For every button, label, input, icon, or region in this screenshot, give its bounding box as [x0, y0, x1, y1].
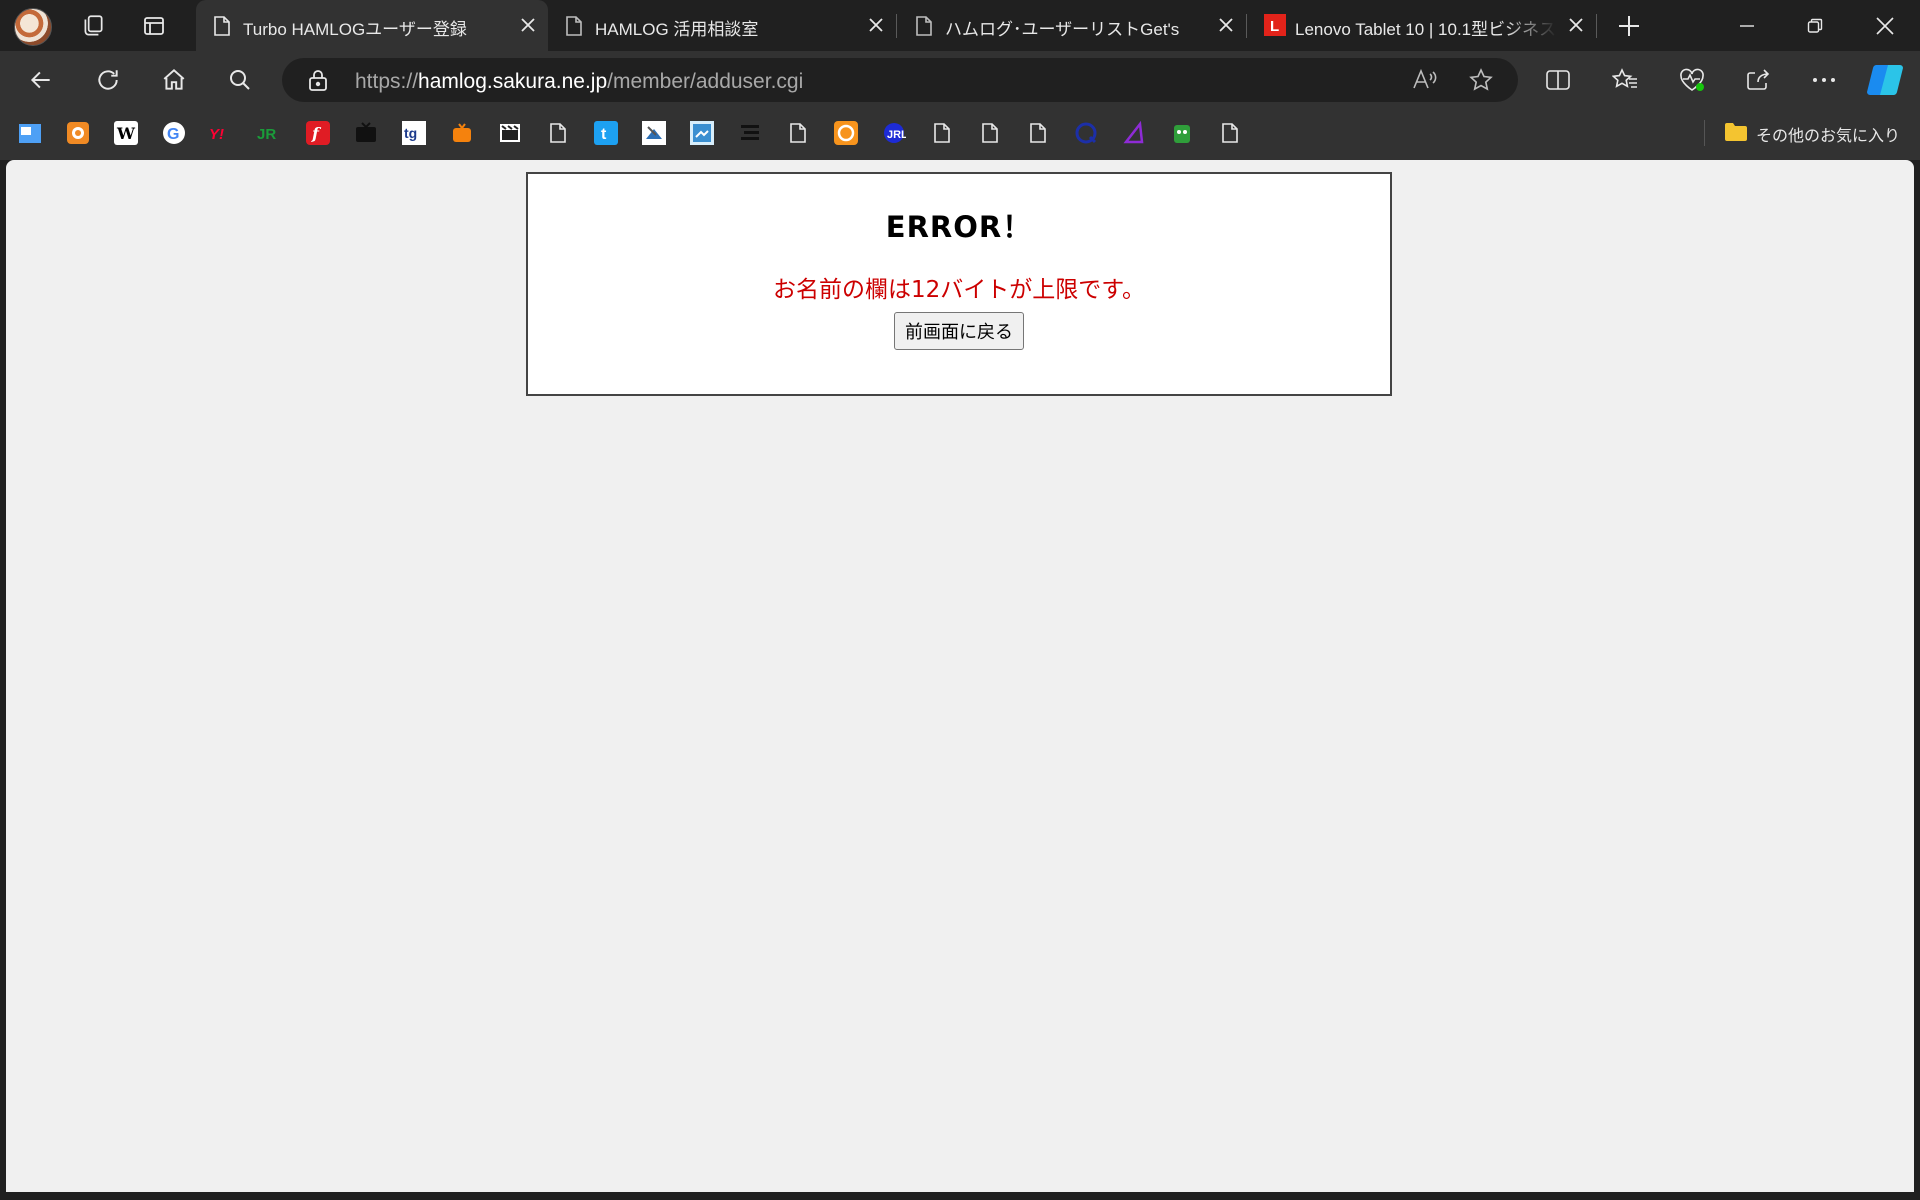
tab-title: Turbo HAMLOGユーザー登録: [243, 20, 467, 39]
minimize-button[interactable]: [1714, 0, 1780, 51]
tab-strip: Turbo HAMLOGユーザー登録 HAMLOG 活用相談室 ハムログ･ユーザ…: [0, 0, 1920, 51]
tab-title: ハムログ･ユーザーリストGet's: [945, 20, 1180, 39]
svg-text:L: L: [1270, 18, 1279, 35]
bookmark-twitter-icon[interactable]: t: [592, 119, 620, 147]
favorite-star-icon[interactable]: [1468, 68, 1494, 97]
back-button[interactable]: [22, 61, 60, 99]
tv-icon[interactable]: [352, 119, 380, 147]
page-icon[interactable]: [784, 119, 812, 147]
refresh-button[interactable]: [89, 61, 127, 99]
workspaces-icon[interactable]: [76, 9, 110, 43]
search-icon[interactable]: [221, 61, 259, 99]
home-button[interactable]: [155, 61, 193, 99]
tab-hamlog-soudan[interactable]: HAMLOG 活用相談室: [548, 0, 896, 51]
bookmark-green-robot-icon[interactable]: [1168, 119, 1196, 147]
clapperboard-icon[interactable]: [496, 119, 524, 147]
browser-toolbar: https://hamlog.sakura.ne.jp/member/addus…: [0, 51, 1920, 108]
tab-hamlog-userlist[interactable]: ハムログ･ユーザーリストGet's: [898, 0, 1246, 51]
google-icon[interactable]: G: [160, 119, 188, 147]
more-options-icon[interactable]: [1805, 61, 1843, 99]
page-icon[interactable]: [544, 119, 572, 147]
jr-icon[interactable]: JR: [256, 119, 284, 147]
close-icon[interactable]: [516, 13, 540, 37]
svg-text:t: t: [601, 126, 607, 143]
lenovo-icon: L: [1264, 14, 1286, 36]
tab-title: HAMLOG 活用相談室: [595, 20, 759, 39]
page-icon: [212, 15, 232, 37]
profile-avatar[interactable]: [14, 8, 52, 46]
page-icon: [914, 15, 934, 37]
close-icon[interactable]: [864, 13, 888, 37]
close-icon[interactable]: [1564, 13, 1588, 37]
share-icon[interactable]: [1739, 61, 1777, 99]
bookmark-image-icon[interactable]: [640, 119, 668, 147]
svg-text:Y!: Y!: [209, 126, 224, 143]
bookmark-orange-circle-icon[interactable]: [832, 119, 860, 147]
page-icon: [564, 15, 584, 37]
favorites-icon[interactable]: [1606, 61, 1644, 99]
read-aloud-icon[interactable]: [1412, 68, 1438, 97]
page-icon[interactable]: [976, 119, 1004, 147]
svg-text:W: W: [116, 124, 136, 143]
tab-lenovo-tablet[interactable]: L Lenovo Tablet 10 | 10.1型ビジネス: [1248, 0, 1596, 51]
copilot-icon[interactable]: [1866, 61, 1904, 99]
tab-separator: [1246, 14, 1247, 38]
close-window-button[interactable]: [1852, 0, 1918, 51]
page-icon[interactable]: [1216, 119, 1244, 147]
bookmark-blue-logo-icon[interactable]: JRL: [880, 119, 908, 147]
url-text[interactable]: https://hamlog.sakura.ne.jp/member/addus…: [355, 70, 803, 94]
tab-separator: [1596, 14, 1597, 38]
bookmark-purple-triangle-icon[interactable]: [1120, 119, 1148, 147]
page-icon[interactable]: [928, 119, 956, 147]
error-title: ERROR！: [885, 210, 1033, 244]
other-favorites-folder[interactable]: その他のお気に入り: [1724, 118, 1900, 150]
other-favorites-label: その他のお気に入り: [1756, 128, 1901, 145]
tab-title: Lenovo Tablet 10 | 10.1型ビジネス: [1295, 20, 1557, 39]
page-content: ERROR！ お名前の欄は12バイトが上限です。 前画面に戻る: [6, 160, 1914, 1192]
bookmark-map-icon[interactable]: [688, 119, 716, 147]
lock-icon[interactable]: [308, 69, 328, 96]
bookmark-orange-tv-icon[interactable]: [448, 119, 476, 147]
error-box: ERROR！ お名前の欄は12バイトが上限です。 前画面に戻る: [526, 172, 1392, 396]
split-screen-icon[interactable]: [1539, 61, 1577, 99]
bookmark-red-f-icon[interactable]: f: [304, 119, 332, 147]
bookmark-q-icon[interactable]: [1072, 119, 1100, 147]
favorites-separator: [1704, 120, 1705, 146]
page-icon[interactable]: [1024, 119, 1052, 147]
error-message: お名前の欄は12バイトが上限です。: [773, 277, 1145, 303]
wikipedia-icon[interactable]: W: [112, 119, 140, 147]
address-bar[interactable]: https://hamlog.sakura.ne.jp/member/addus…: [282, 58, 1518, 102]
tab-actions-icon[interactable]: [137, 9, 171, 43]
favorites-bar: W G Y! JR f tg t JRL その他のお気に入り: [0, 108, 1920, 160]
yahoo-icon[interactable]: Y!: [208, 119, 236, 147]
svg-text:JR: JR: [257, 126, 276, 143]
tg-icon[interactable]: tg: [400, 119, 428, 147]
svg-text:G: G: [167, 126, 179, 143]
svg-text:tg: tg: [404, 125, 417, 141]
close-icon[interactable]: [1214, 13, 1238, 37]
browser-essentials-icon[interactable]: [1673, 61, 1711, 99]
svg-text:JRL: JRL: [887, 129, 906, 141]
bookmark-blue-icon[interactable]: [16, 119, 44, 147]
back-to-previous-button[interactable]: 前画面に戻る: [894, 312, 1024, 350]
restore-button[interactable]: [1782, 0, 1848, 51]
new-tab-button[interactable]: [1612, 9, 1646, 43]
bookmark-stripes-icon[interactable]: [736, 119, 764, 147]
tab-turbo-hamlog[interactable]: Turbo HAMLOGユーザー登録: [196, 0, 548, 51]
folder-icon: [1724, 122, 1748, 147]
bookmark-orange-icon[interactable]: [64, 119, 92, 147]
tab-separator: [896, 14, 897, 38]
